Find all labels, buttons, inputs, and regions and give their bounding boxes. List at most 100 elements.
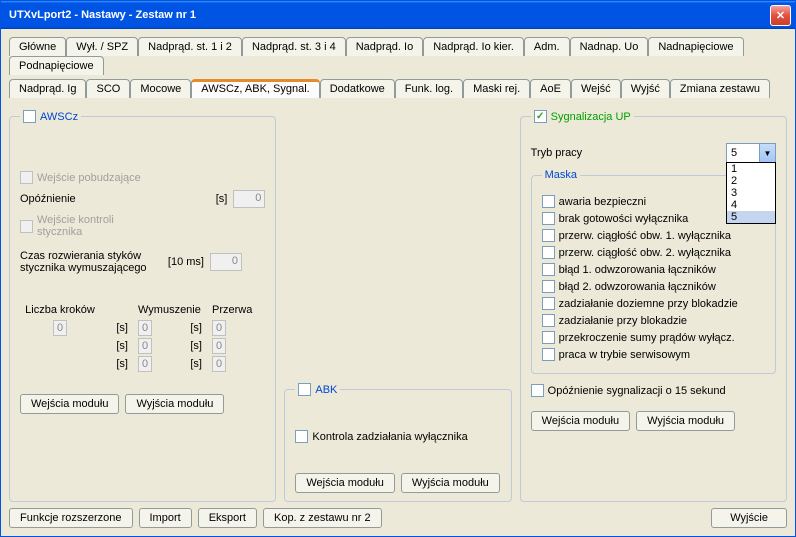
input-p0: 0 xyxy=(212,320,226,336)
tab-dodatkowe[interactable]: Dodatkowe xyxy=(320,79,395,98)
tabs-row-1: GłówneWył. / SPZNadprąd. st. 1 i 2Nadprą… xyxy=(9,37,787,75)
tab-maski-rej-[interactable]: Maski rej. xyxy=(463,79,530,98)
maska-row-7: zadziałanie przy blokadzie xyxy=(542,314,765,327)
tab-awscz-abk-sygnal-[interactable]: AWSCz, ABK, Sygnal. xyxy=(191,79,319,98)
chevron-down-icon: ▼ xyxy=(759,144,775,162)
option-5[interactable]: 5 xyxy=(727,211,775,223)
btn-row-syg: Wejścia modułu Wyjścia modułu xyxy=(531,411,776,431)
label-maska-4: błąd 1. odwzorowania łączników xyxy=(559,264,716,276)
btn-awscz-in[interactable]: Wejścia modułu xyxy=(20,394,119,414)
hdr-liczba: Liczba kroków xyxy=(20,304,100,316)
label-maska-9: praca w trybie serwisowym xyxy=(559,349,690,361)
legend-abk: ABK xyxy=(295,379,340,400)
grid-kroki: Liczba kroków Wymuszenie Przerwa 0 [s]0 … xyxy=(20,304,265,370)
checkbox-wejscie-pobudz xyxy=(20,171,33,184)
tabs-row-2: Nadprąd. IgSCOMocoweAWSCz, ABK, Sygnal.D… xyxy=(9,79,787,98)
tab-wej-[interactable]: Wejść xyxy=(571,79,621,98)
btn-funk[interactable]: Funkcje rozszerzone xyxy=(9,508,133,528)
btn-eksport[interactable]: Eksport xyxy=(198,508,257,528)
col-abk: ABK Kontrola zadziałania wyłącznika Wejś… xyxy=(284,106,511,502)
checkbox-maska-1[interactable] xyxy=(542,212,555,225)
tab-nadpr-d-ig[interactable]: Nadprąd. Ig xyxy=(9,79,86,98)
btn-syg-in[interactable]: Wejścia modułu xyxy=(531,411,630,431)
tab-zmiana-zestawu[interactable]: Zmiana zestawu xyxy=(670,79,770,98)
checkbox-maska-5[interactable] xyxy=(542,280,555,293)
checkbox-awscz[interactable] xyxy=(23,110,36,123)
checkbox-maska-4[interactable] xyxy=(542,263,555,276)
label-opozn-syg: Opóźnienie sygnalizacji o 15 sekund xyxy=(548,385,726,397)
btn-kop[interactable]: Kop. z zestawu nr 2 xyxy=(263,508,382,528)
row-opozn-syg: Opóźnienie sygnalizacji o 15 sekund xyxy=(531,384,776,397)
row-wejscie-kontroli: Wejście kontroli stycznika xyxy=(20,214,265,238)
tab-nadpr-d-st-1-i-2[interactable]: Nadprąd. st. 1 i 2 xyxy=(138,37,242,56)
label-maska-0: awaria bezpieczni xyxy=(559,196,646,208)
unit-opoznienie: [s] xyxy=(189,193,227,205)
option-2[interactable]: 2 xyxy=(727,175,775,187)
content: GłówneWył. / SPZNadprąd. st. 1 i 2Nadprą… xyxy=(1,29,795,536)
label-maska-1: brak gotowości wyłącznika xyxy=(559,213,689,225)
input-w2: 0 xyxy=(138,356,152,372)
option-3[interactable]: 3 xyxy=(727,187,775,199)
tab-aoe[interactable]: AoE xyxy=(530,79,571,98)
window-title: UTXvLport2 - Nastawy - Zestaw nr 1 xyxy=(9,9,770,21)
btn-import[interactable]: Import xyxy=(139,508,192,528)
row-kontrola: Kontrola zadziałania wyłącznika xyxy=(295,430,500,443)
window: UTXvLport2 - Nastawy - Zestaw nr 1 ✕ Głó… xyxy=(0,0,796,537)
checkbox-maska-0[interactable] xyxy=(542,195,555,208)
checkbox-opozn-syg[interactable] xyxy=(531,384,544,397)
tab-adm-[interactable]: Adm. xyxy=(524,37,570,56)
btn-syg-out[interactable]: Wyjścia modułu xyxy=(636,411,735,431)
row-wejscie-pobudz: Wejście pobudzające xyxy=(20,171,265,184)
label-maska-2: przerw. ciągłość obw. 1. wyłącznika xyxy=(559,230,731,242)
tab-podnapi-ciowe[interactable]: Podnapięciowe xyxy=(9,56,104,75)
checkbox-maska-3[interactable] xyxy=(542,246,555,259)
footer: Funkcje rozszerzone Import Eksport Kop. … xyxy=(9,502,787,528)
checkbox-maska-9[interactable] xyxy=(542,348,555,361)
unit-czas-roz: [10 ms] xyxy=(166,256,204,268)
maska-row-9: praca w trybie serwisowym xyxy=(542,348,765,361)
btn-awscz-out[interactable]: Wyjścia modułu xyxy=(125,394,224,414)
legend-maska: Maska xyxy=(542,169,580,181)
option-4[interactable]: 4 xyxy=(727,199,775,211)
label-opoznienie: Opóźnienie xyxy=(20,193,183,205)
checkbox-maska-8[interactable] xyxy=(542,331,555,344)
checkbox-maska-2[interactable] xyxy=(542,229,555,242)
label-syg: Sygnalizacja UP xyxy=(551,111,631,123)
tab-nadpr-d-st-3-i-4[interactable]: Nadprąd. st. 3 i 4 xyxy=(242,37,346,56)
checkbox-kontrola[interactable] xyxy=(295,430,308,443)
tab-nadnapi-ciowe[interactable]: Nadnapięciowe xyxy=(648,37,743,56)
checkbox-syg[interactable] xyxy=(534,110,547,123)
input-w1: 0 xyxy=(138,338,152,354)
fieldset-awscz: AWSCz Wejście pobudzające Opóźnienie [s]… xyxy=(9,106,276,502)
tab-sco[interactable]: SCO xyxy=(86,79,130,98)
btn-row-abk: Wejścia modułu Wyjścia modułu xyxy=(295,473,500,493)
checkbox-maska-7[interactable] xyxy=(542,314,555,327)
titlebar: UTXvLport2 - Nastawy - Zestaw nr 1 ✕ xyxy=(1,1,795,29)
checkbox-abk[interactable] xyxy=(298,383,311,396)
tab-funk-log-[interactable]: Funk. log. xyxy=(395,79,463,98)
dropdown-tryb: 12345 xyxy=(726,162,776,224)
select-tryb[interactable]: 5 ▼ xyxy=(726,143,776,163)
tab-mocowe[interactable]: Mocowe xyxy=(130,79,191,98)
tab-nadpr-d-io[interactable]: Nadprąd. Io xyxy=(346,37,423,56)
label-tryb: Tryb pracy xyxy=(531,147,720,159)
col-awscz: AWSCz Wejście pobudzające Opóźnienie [s]… xyxy=(9,106,276,502)
btn-abk-in[interactable]: Wejścia modułu xyxy=(295,473,394,493)
btn-wyjscie[interactable]: Wyjście xyxy=(711,508,787,528)
tab-wy-spz[interactable]: Wył. / SPZ xyxy=(66,37,138,56)
btn-abk-out[interactable]: Wyjścia modułu xyxy=(401,473,500,493)
maska-row-2: przerw. ciągłość obw. 1. wyłącznika xyxy=(542,229,765,242)
maska-row-4: błąd 1. odwzorowania łączników xyxy=(542,263,765,276)
tab-wyj-[interactable]: Wyjść xyxy=(621,79,670,98)
row-tryb: Tryb pracy 5 ▼ 12345 xyxy=(531,143,776,163)
checkbox-maska-6[interactable] xyxy=(542,297,555,310)
select-tryb-value: 5 xyxy=(731,147,737,159)
tab-nadpr-d-io-kier-[interactable]: Nadprąd. Io kier. xyxy=(423,37,524,56)
tab-nadnap-uo[interactable]: Nadnap. Uo xyxy=(570,37,649,56)
option-1[interactable]: 1 xyxy=(727,163,775,175)
label-maska-3: przerw. ciągłość obw. 2. wyłącznika xyxy=(559,247,731,259)
tab-g-wne[interactable]: Główne xyxy=(9,37,66,56)
input-opoznienie: 0 xyxy=(233,190,265,208)
close-icon[interactable]: ✕ xyxy=(770,5,791,26)
input-p1: 0 xyxy=(212,338,226,354)
